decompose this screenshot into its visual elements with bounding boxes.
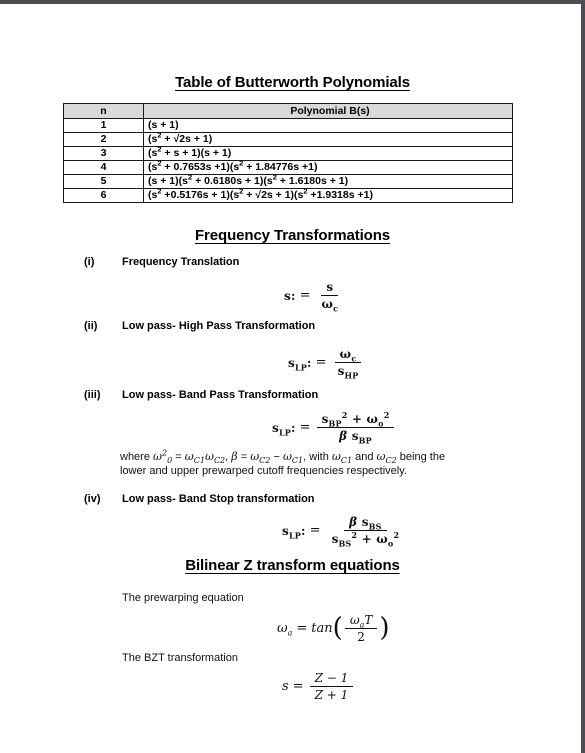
equation-lhs: sLP: xyxy=(288,355,312,372)
column-header-polynomial: Polynomial B(s) xyxy=(143,103,513,119)
document-page: Table of Butterworth Polynomials n Polyn… xyxy=(0,0,585,753)
item-label: Frequency Translation xyxy=(122,256,240,268)
equation-lowpass-highpass: sLP: = ωc sHP xyxy=(288,347,366,381)
cell-order: 5 xyxy=(63,174,144,189)
equation-lhs: s: xyxy=(284,288,296,303)
equals-sign: = xyxy=(292,679,304,694)
table-row: 1 (s + 1) xyxy=(63,118,513,133)
equation-bzt: s = Z − 1 Z + 1 xyxy=(282,671,355,702)
item-number: (iv) xyxy=(84,493,101,505)
table-row: 2 (s2 + √2s + 1) xyxy=(63,131,513,147)
fraction-denominator: 2 xyxy=(357,630,365,644)
label-bzt-transformation: The BZT transformation xyxy=(122,652,238,664)
equation-frequency-translation: s: = s ωc xyxy=(284,280,345,314)
equation-prewarping: ωa = tan ( ωaT 2 ) xyxy=(277,613,390,644)
fraction: s ωc xyxy=(317,280,344,314)
item-label: Low pass- High Pass Transformation xyxy=(122,320,316,332)
cell-polynomial: (s2 + s + 1)(s + 1) xyxy=(143,145,513,161)
item-label: Low pass- Band Pass Transformation xyxy=(122,389,319,401)
item-number: (i) xyxy=(84,256,95,268)
fraction-numerator: sBP2 + ωo2 xyxy=(316,411,395,428)
fraction: β sBS sBS2 + ωo2 xyxy=(327,515,405,549)
equation-lhs: sLP: xyxy=(282,523,306,540)
transformation-item-iv: (iv) Low pass- Band Stop transformation xyxy=(84,493,315,505)
equals-sign: = xyxy=(299,420,311,435)
transformation-item-iii: (iii) Low pass- Band Pass Transformation xyxy=(84,389,318,401)
right-paren: ) xyxy=(379,613,390,644)
page-title: Table of Butterworth Polynomials xyxy=(175,74,410,91)
table-header-row: n Polynomial B(s) xyxy=(63,103,513,119)
fraction: ωc sHP xyxy=(333,347,364,381)
cell-order: 2 xyxy=(63,132,144,147)
section-heading-bilinear-z-transform: Bilinear Z transform equations xyxy=(185,557,400,574)
fraction-denominator: Z + 1 xyxy=(314,688,349,702)
item-number: (iii) xyxy=(84,389,101,401)
equation-lowpass-bandstop: sLP: = β sBS sBS2 + ωo2 xyxy=(282,515,406,549)
fraction-denominator: sHP xyxy=(337,364,359,381)
column-header-n: n xyxy=(63,103,144,119)
equation-lhs: sLP: xyxy=(272,420,296,437)
cell-polynomial: (s + 1) xyxy=(143,118,513,133)
fraction: Z − 1 Z + 1 xyxy=(309,671,354,702)
fraction-denominator: β sBP xyxy=(339,429,372,446)
equals-sign: = xyxy=(309,523,321,538)
fraction-denominator: sBS2 + ωo2 xyxy=(331,530,400,549)
fraction: ωaT 2 xyxy=(344,613,378,644)
left-paren: ( xyxy=(332,613,343,644)
butterworth-polynomials-table: n Polynomial B(s) 1 (s + 1) 2 (s2 + √2s … xyxy=(63,103,513,203)
cell-polynomial: (s2 + √2s + 1) xyxy=(143,131,513,147)
equation-lhs: s xyxy=(282,679,289,694)
item-number: (ii) xyxy=(84,320,98,332)
fraction-numerator: β sBS xyxy=(344,515,387,531)
where-line-1: where ω20 = ωC1ωC2, β = ωC2 − ωC1, with … xyxy=(120,448,446,466)
table-row: 4 (s2 + 0.7653s +1)(s2 + 1.84776s +1) xyxy=(63,159,513,175)
equals-sign: = xyxy=(299,288,311,303)
equals-sign: = xyxy=(296,621,308,636)
tan-function: tan xyxy=(311,621,333,636)
fraction-numerator: ωc xyxy=(334,347,362,363)
fraction-numerator: ωaT xyxy=(344,613,378,629)
table-row: 6 (s2 +0.5176s + 1)(s2 + √2s + 1)(s2 +1.… xyxy=(63,187,513,203)
table-row: 3 (s2 + s + 1)(s + 1) xyxy=(63,145,513,161)
cell-order: 3 xyxy=(63,146,144,161)
where-line-2: lower and upper prewarped cutoff frequen… xyxy=(120,465,407,477)
cell-order: 1 xyxy=(63,118,144,133)
equation-lowpass-bandpass: sLP: = sBP2 + ωo2 β sBP xyxy=(272,411,396,446)
fraction: sBP2 + ωo2 β sBP xyxy=(316,411,395,446)
cell-order: 6 xyxy=(63,188,144,203)
label-prewarping-equation: The prewarping equation xyxy=(122,592,244,604)
transformation-item-ii: (ii) Low pass- High Pass Transformation xyxy=(84,320,315,332)
equation-lhs: ωa xyxy=(277,621,293,638)
cell-order: 4 xyxy=(63,160,144,175)
fraction-numerator: Z − 1 xyxy=(309,671,354,687)
section-heading-frequency-transformations: Frequency Transformations xyxy=(194,227,391,244)
cell-polynomial: (s + 1)(s2 + 0.6180s + 1)(s2 + 1.6180s +… xyxy=(143,173,513,189)
fraction-denominator: ωc xyxy=(321,297,339,314)
item-label: Low pass- Band Stop transformation xyxy=(122,493,315,505)
bandpass-where-note: where ω20 = ωC1ωC2, β = ωC2 − ωC1, with … xyxy=(120,448,510,478)
fraction-numerator: s xyxy=(321,280,339,296)
table-row: 5 (s + 1)(s2 + 0.6180s + 1)(s2 + 1.6180s… xyxy=(63,173,513,189)
cell-polynomial: (s2 + 0.7653s +1)(s2 + 1.84776s +1) xyxy=(143,159,513,175)
butterworth-table-container: n Polynomial B(s) 1 (s + 1) 2 (s2 + √2s … xyxy=(63,103,513,203)
equals-sign: = xyxy=(315,355,327,370)
cell-polynomial: (s2 +0.5176s + 1)(s2 + √2s + 1)(s2 +1.93… xyxy=(143,187,513,203)
transformation-item-i: (i) Frequency Translation xyxy=(84,256,239,268)
document-content: Table of Butterworth Polynomials n Polyn… xyxy=(0,4,581,753)
